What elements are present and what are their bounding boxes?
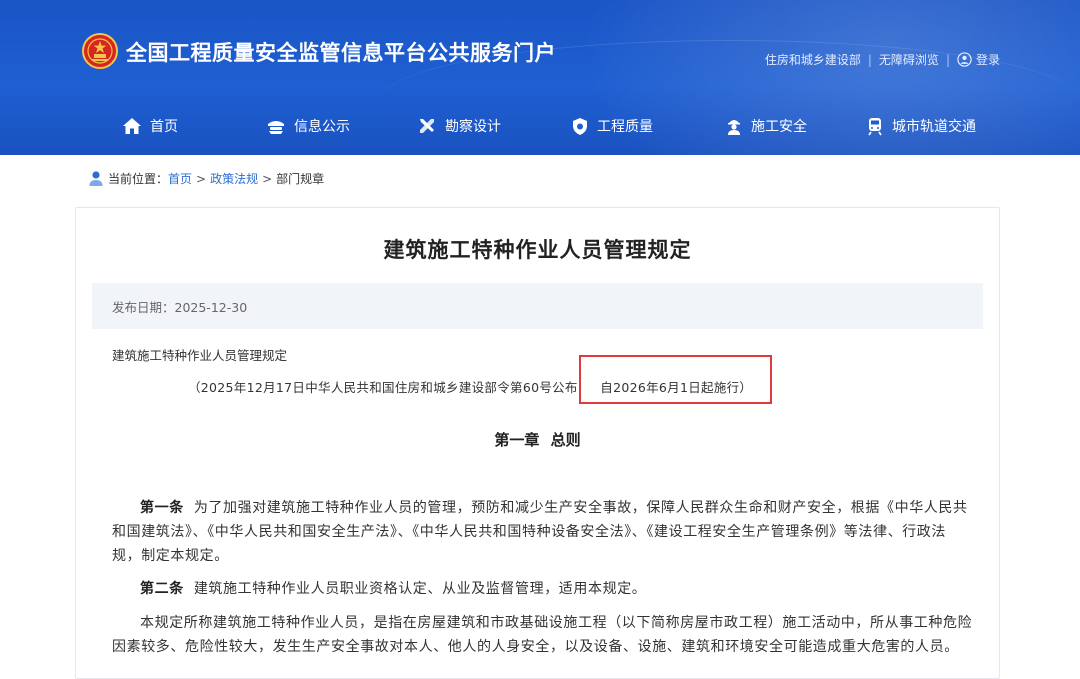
article-text: 建筑施工特种作业人员职业资格认定、从业及监督管理，适用本规定。 <box>193 581 647 597</box>
publish-date: 发布日期：2025-12-30 <box>112 299 248 315</box>
login-label: 登录 <box>975 53 1000 67</box>
breadcrumb-current: 部门规章 <box>276 172 325 186</box>
document-name: 建筑施工特种作业人员管理规定 <box>112 348 288 363</box>
nav-item-info[interactable]: 信息公示 <box>266 116 350 136</box>
accessibility-link[interactable]: 无障碍浏览 <box>879 51 939 68</box>
tools-icon <box>420 119 434 133</box>
article-paragraph: 本规定所称建筑施工特种作业人员，是指在房屋建筑和市政基础设施工程（以下简称房屋市… <box>112 611 974 659</box>
shield-icon <box>573 117 587 135</box>
breadcrumb-policy[interactable]: 政策法规 <box>210 170 258 187</box>
nav-item-construction-safety[interactable]: 施工安全 <box>725 116 807 136</box>
article-text: 为了加强对建筑施工特种作业人员的管理，预防和减少生产安全事故，保障人民群众生命和… <box>112 500 968 564</box>
user-icon <box>957 52 972 67</box>
location-user-icon <box>89 171 103 186</box>
effective-date-highlight-box <box>579 355 772 404</box>
breadcrumb-home[interactable]: 首页 <box>168 170 192 187</box>
nav-label: 勘察设计 <box>445 119 501 135</box>
login-link[interactable]: 登录 <box>957 51 1000 68</box>
info-icon <box>268 121 284 134</box>
train-icon <box>868 117 882 135</box>
nav-item-home[interactable]: 首页 <box>122 116 178 136</box>
breadcrumb-prefix: 当前位置： <box>108 172 169 186</box>
nav-item-quality[interactable]: 工程质量 <box>571 116 653 136</box>
nav-label: 首页 <box>150 119 178 135</box>
issuance-promulgation: （2025年12月17日中华人民共和国住房和城乡建设部令第60号公布 <box>188 380 578 395</box>
site-header: 全国工程质量安全监管信息平台公共服务门户 住房和城乡建设部 | 无障碍浏览 | … <box>0 0 1080 155</box>
nav-item-survey-design[interactable]: 勘察设计 <box>417 116 501 136</box>
article-title: 建筑施工特种作业人员管理规定 <box>383 238 692 262</box>
worker-icon <box>728 119 740 135</box>
national-emblem-icon <box>82 33 118 69</box>
breadcrumb-separator: > <box>262 171 273 186</box>
site-title[interactable]: 全国工程质量安全监管信息平台公共服务门户 <box>126 37 556 67</box>
nav-label: 城市轨道交通 <box>892 119 976 135</box>
chapter-heading: 第一章 总则 <box>494 431 581 449</box>
nav-item-urban-rail[interactable]: 城市轨道交通 <box>866 116 976 136</box>
nav-label: 信息公示 <box>294 119 350 135</box>
article-text: 本规定所称建筑施工特种作业人员，是指在房屋建筑和市政基础设施工程（以下简称房屋市… <box>112 615 973 655</box>
breadcrumb-separator: > <box>196 171 207 186</box>
link-separator: | <box>867 52 872 67</box>
main-nav: 首页 信息公示 勘察设计 工程质量 施工安全 城市轨道交通 <box>0 116 1080 140</box>
ministry-link[interactable]: 住房和城乡建设部 <box>765 51 861 68</box>
top-links: 住房和城乡建设部 | 无障碍浏览 | 登录 <box>765 51 1000 68</box>
link-separator: | <box>945 52 950 67</box>
article-label: 第一条 <box>140 500 184 516</box>
home-icon <box>123 118 141 134</box>
meta-bar: 发布日期：2025-12-30 <box>92 283 983 329</box>
nav-label: 施工安全 <box>751 119 807 135</box>
breadcrumb: 当前位置： 首页 > 政策法规 > 部门规章 <box>88 170 324 187</box>
article-card: 建筑施工特种作业人员管理规定 发布日期：2025-12-30 建筑施工特种作业人… <box>75 207 1000 679</box>
article-paragraph: 第一条 为了加强对建筑施工特种作业人员的管理，预防和减少生产安全事故，保障人民群众… <box>112 496 974 568</box>
article-paragraph: 第二条 建筑施工特种作业人员职业资格认定、从业及监督管理，适用本规定。 <box>112 577 974 601</box>
nav-label: 工程质量 <box>597 119 653 135</box>
article-label: 第二条 <box>140 581 184 597</box>
